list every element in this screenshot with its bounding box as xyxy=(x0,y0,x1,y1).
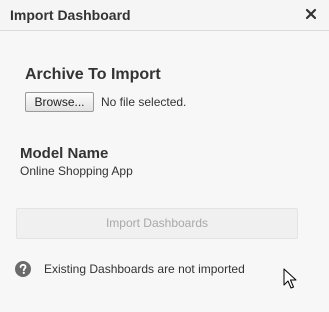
model-name-value: Online Shopping App xyxy=(20,164,133,178)
import-dashboards-button[interactable]: Import Dashboards xyxy=(16,208,298,239)
import-note-text: Existing Dashboards are not imported xyxy=(44,262,245,276)
help-icon xyxy=(15,261,31,277)
browse-button[interactable]: Browse... xyxy=(25,92,94,112)
archive-heading: Archive To Import xyxy=(25,66,161,83)
file-status: No file selected. xyxy=(101,95,187,109)
model-name-heading: Model Name xyxy=(20,145,109,162)
dialog-title: Import Dashboard xyxy=(10,7,131,23)
dialog-body: Archive To Import Browse... No file sele… xyxy=(0,31,329,312)
dialog-titlebar: Import Dashboard xyxy=(0,0,329,31)
close-icon[interactable] xyxy=(304,7,318,21)
import-dashboard-dialog: Import Dashboard Archive To Import Brows… xyxy=(0,0,329,312)
mouse-pointer-icon xyxy=(283,268,297,290)
